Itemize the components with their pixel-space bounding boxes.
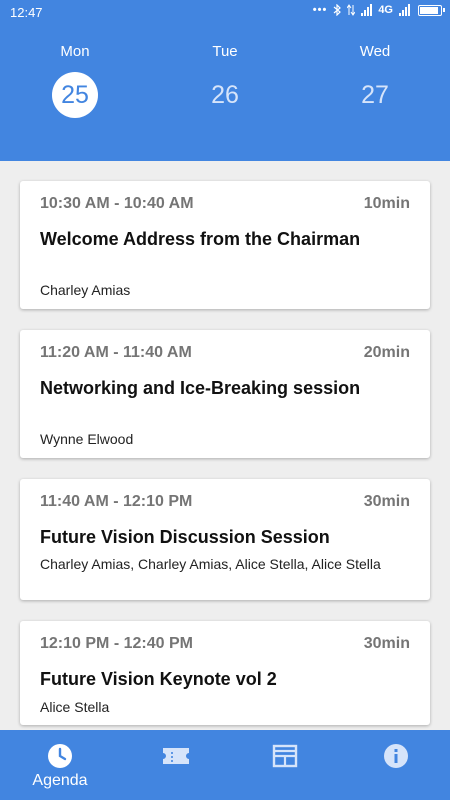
status-bar: 12:47 ••• 4G [0, 0, 450, 24]
signal-icon [361, 4, 373, 16]
session-title: Networking and Ice-Breaking session [40, 378, 361, 398]
layout-icon [272, 744, 298, 768]
session-title: Welcome Address from the Chairman [40, 229, 361, 249]
session-list[interactable]: 10:30 AM - 10:40 AM 10min Welcome Addres… [0, 161, 450, 730]
session-time: 11:20 AM - 11:40 AM [40, 344, 192, 361]
nav-agenda[interactable]: Agenda [4, 730, 116, 800]
session-speakers: Charley Amias [40, 282, 131, 298]
bluetooth-icon [333, 4, 342, 16]
session-speakers: Alice Stella [40, 699, 110, 715]
day-name: Mon [60, 43, 90, 60]
session-speakers: Charley Amias, Charley Amias, Alice Stel… [40, 556, 381, 572]
session-time: 10:30 AM - 10:40 AM [40, 195, 194, 212]
day-number: 27 [361, 81, 389, 109]
day-selector: Mon 25 Tue 26 Wed 27 [0, 24, 450, 161]
session-duration: 20min [363, 344, 410, 361]
nav-tickets[interactable] [119, 730, 231, 800]
nav-layout[interactable] [229, 730, 341, 800]
session-duration: 30min [363, 493, 410, 510]
notification-dots-icon: ••• [312, 4, 328, 16]
session-title: Future Vision Discussion Session [40, 527, 330, 547]
session-card[interactable]: 12:10 PM - 12:40 PM 30min Future Vision … [20, 621, 430, 725]
session-speakers: Wynne Elwood [40, 431, 134, 447]
data-arrows-icon [347, 4, 356, 16]
nav-label: Agenda [32, 772, 88, 789]
session-card[interactable]: 11:20 AM - 11:40 AM 20min Networking and… [20, 330, 430, 458]
nav-info[interactable] [340, 730, 450, 800]
session-duration: 10min [363, 195, 410, 212]
day-number: 25 [52, 72, 98, 118]
signal-icon [399, 4, 410, 16]
day-number: 26 [211, 81, 239, 109]
status-icons: ••• 4G [312, 4, 445, 16]
ticket-icon [163, 748, 189, 764]
network-type: 4G [378, 4, 393, 16]
session-time: 12:10 PM - 12:40 PM [40, 635, 193, 652]
session-duration: 30min [363, 635, 410, 652]
session-time: 11:40 AM - 12:10 PM [40, 493, 193, 510]
session-card[interactable]: 10:30 AM - 10:40 AM 10min Welcome Addres… [20, 181, 430, 309]
bottom-navigation: Agenda [0, 730, 450, 800]
day-name: Tue [212, 43, 238, 60]
session-card[interactable]: 11:40 AM - 12:10 PM 30min Future Vision … [20, 479, 430, 600]
info-icon [384, 744, 408, 768]
battery-icon [418, 4, 445, 16]
day-name: Wed [359, 43, 391, 60]
session-title: Future Vision Keynote vol 2 [40, 669, 277, 689]
status-time: 12:47 [10, 5, 43, 20]
clock-icon [48, 744, 72, 768]
